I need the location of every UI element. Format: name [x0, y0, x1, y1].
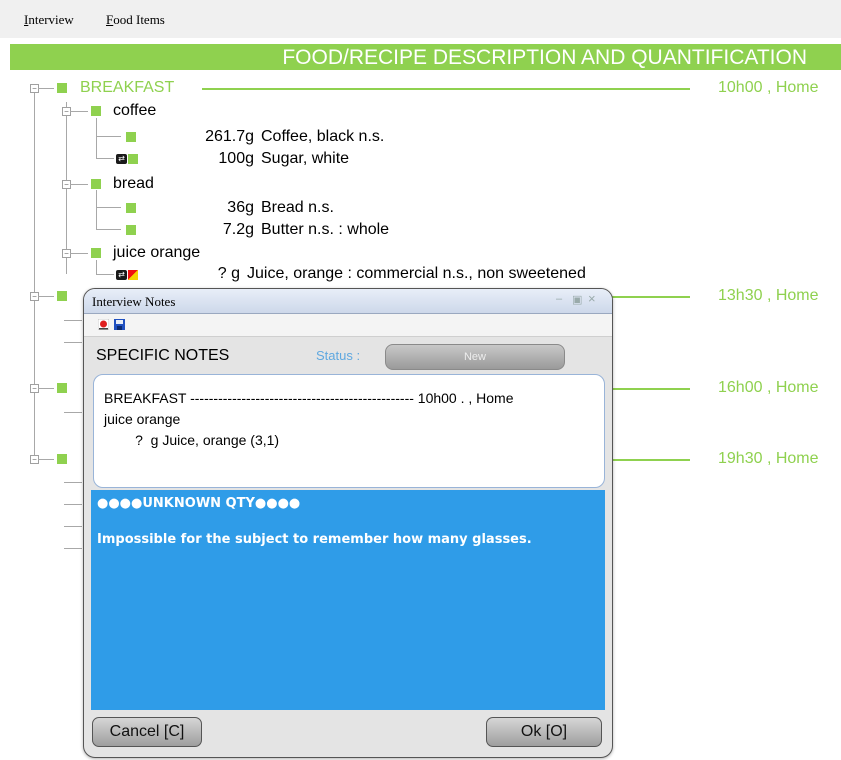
tree-connector — [38, 296, 54, 297]
tree-connector — [70, 111, 88, 112]
tree-connector — [96, 207, 121, 208]
food-quantity: 100g — [218, 150, 254, 167]
status-label: Status : — [316, 348, 361, 363]
food-quantity: 7.2g — [222, 221, 254, 238]
item-marker-icon — [91, 106, 101, 116]
food-quantity: 36g — [227, 199, 254, 216]
food-name[interactable]: Butter n.s. : whole — [261, 221, 389, 239]
food-name[interactable]: Coffee, black n.s. — [261, 128, 384, 146]
item-label-juice-orange[interactable]: juice orange — [113, 244, 200, 262]
meal-marker-icon — [57, 291, 67, 301]
dialog-title: Interview Notes — [92, 294, 176, 309]
dialog-titlebar[interactable]: Interview Notes – ▣ × — [84, 289, 612, 314]
food-quantity: 261.7g — [205, 128, 254, 145]
food-quantity: ? g — [217, 265, 240, 282]
food-name[interactable]: Bread n.s. — [261, 199, 334, 217]
notes-line: ? g Juice, orange (3,1) — [104, 432, 280, 448]
food-marker-icon — [126, 132, 136, 142]
meal-separator-line — [202, 88, 690, 90]
menu-food-items[interactable]: Food Items — [106, 12, 165, 28]
menu-bar: Interview Food Items — [0, 0, 841, 38]
tree-connector — [64, 320, 82, 321]
tree-connector — [70, 253, 88, 254]
item-label-bread[interactable]: bread — [113, 175, 154, 193]
notes-summary-box: BREAKFAST ------------------------------… — [93, 374, 605, 488]
food-link-icon: ⇄ — [116, 270, 127, 280]
status-dropdown[interactable]: New — [385, 344, 565, 370]
restore-icon[interactable]: ▣ — [572, 293, 582, 306]
meal-marker-icon — [57, 383, 67, 393]
tree-connector — [64, 526, 82, 527]
meal-separator-line — [610, 296, 690, 298]
save-icon[interactable] — [114, 319, 125, 330]
tree-connector — [96, 229, 121, 230]
tree-connector — [64, 482, 82, 483]
meal-time-3: 16h00 , Home — [718, 379, 819, 396]
food-marker-icon — [128, 154, 138, 164]
tree-connector — [38, 88, 54, 89]
tree-connector — [64, 548, 82, 549]
tree-guide-line — [96, 118, 97, 158]
food-marker-icon — [126, 203, 136, 213]
specific-notes-header: SPECIFIC NOTES — [96, 347, 230, 364]
tree-connector — [38, 388, 54, 389]
menu-interview[interactable]: Interview — [24, 12, 74, 28]
tree-connector — [64, 342, 82, 343]
meal-marker-icon — [57, 454, 67, 464]
meal-time-4: 19h30 , Home — [718, 450, 819, 467]
notes-line: juice orange — [104, 411, 181, 427]
record-icon[interactable] — [98, 319, 109, 330]
page-title: FOOD/RECIPE DESCRIPTION AND QUANTIFICATI… — [10, 44, 841, 70]
minimize-icon[interactable]: – — [556, 293, 562, 305]
meal-time-2: 13h30 , Home — [718, 287, 819, 304]
item-marker-icon — [91, 179, 101, 189]
tree-connector — [96, 158, 114, 159]
tree-guide-line — [34, 90, 35, 462]
notes-line: BREAKFAST ------------------------------… — [104, 390, 514, 406]
tree-guide-line — [96, 190, 97, 230]
comment-title: ●●●●UNKNOWN QTY●●●● — [97, 496, 301, 511]
food-name[interactable]: Juice, orange : commercial n.s., non swe… — [247, 265, 586, 283]
tree-guide-line — [96, 260, 97, 274]
food-marker-icon — [126, 225, 136, 235]
cancel-button[interactable]: Cancel [C] — [92, 717, 202, 747]
comment-textarea[interactable]: ●●●●UNKNOWN QTY●●●● Impossible for the s… — [91, 490, 605, 710]
close-icon[interactable]: × — [588, 291, 596, 306]
meal-label-breakfast[interactable]: BREAKFAST — [80, 79, 174, 97]
food-link-icon: ⇄ — [116, 154, 127, 164]
comment-body: Impossible for the subject to remember h… — [97, 532, 532, 547]
meal-separator-line — [610, 459, 690, 461]
tree-connector — [96, 136, 121, 137]
tree-connector — [64, 504, 82, 505]
tree-connector — [70, 184, 88, 185]
tree-connector — [64, 412, 82, 413]
dialog-toolbar — [84, 314, 612, 337]
tree-connector — [96, 274, 114, 275]
meal-time-breakfast: 10h00 , Home — [718, 79, 819, 96]
item-marker-icon — [91, 248, 101, 258]
food-name[interactable]: Sugar, white — [261, 150, 349, 168]
meal-marker-icon — [57, 83, 67, 93]
interview-notes-dialog: Interview Notes – ▣ × SPECIFIC NOTES Sta… — [83, 288, 613, 758]
item-label-coffee[interactable]: coffee — [113, 102, 156, 120]
meal-separator-line — [610, 388, 690, 390]
unknown-qty-icon — [128, 270, 138, 280]
tree-connector — [38, 459, 54, 460]
ok-button[interactable]: Ok [O] — [486, 717, 602, 747]
